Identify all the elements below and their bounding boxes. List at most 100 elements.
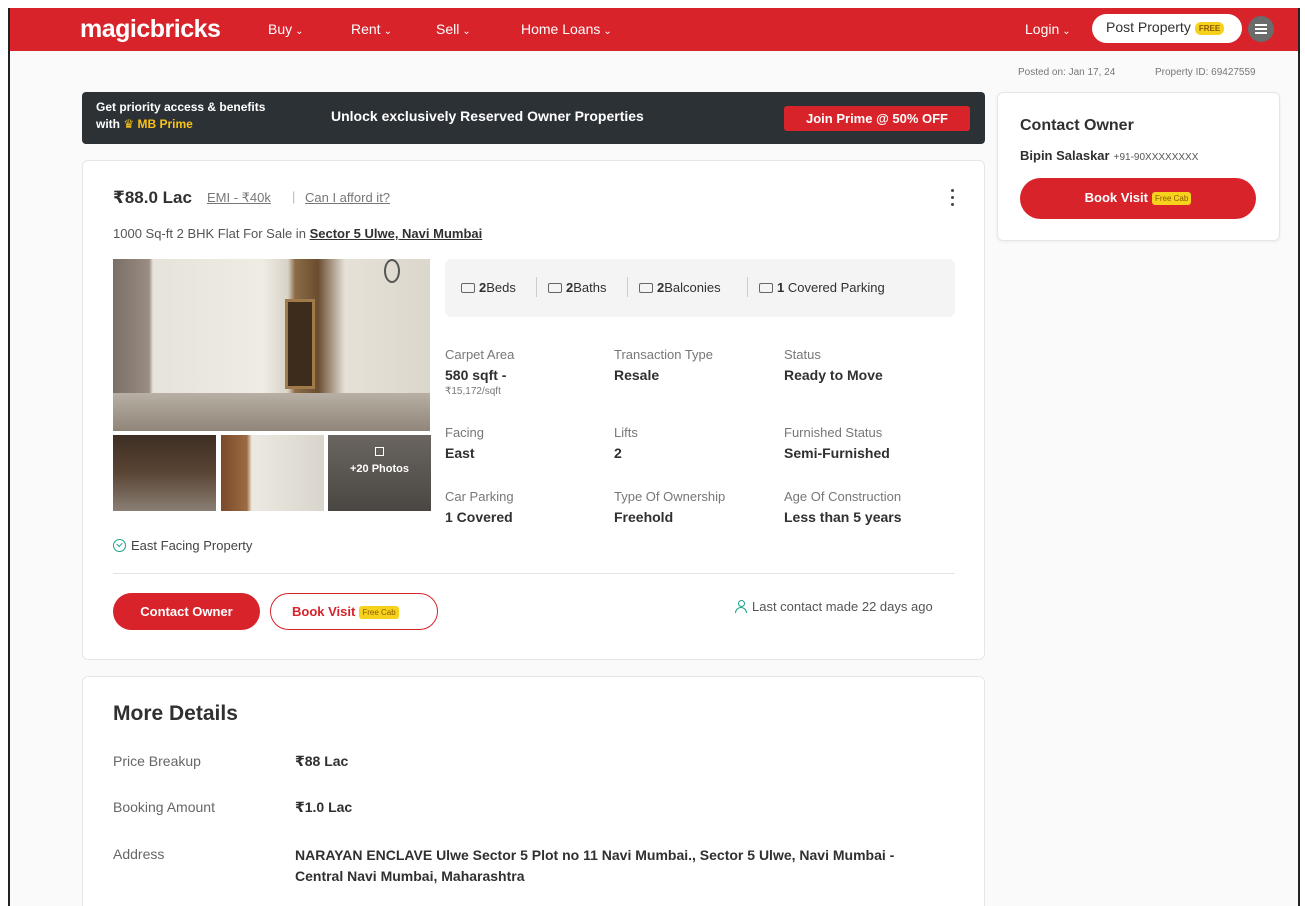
bed-icon	[461, 283, 475, 293]
last-contact-text: Last contact made 22 days ago	[752, 599, 933, 614]
thumbnail-photo-1[interactable]	[113, 435, 216, 511]
chevron-down-icon: ⌄	[462, 26, 471, 37]
emi-link[interactable]: EMI - ₹40k	[207, 190, 271, 206]
prime-banner: Get priority access & benefits with ♛ MB…	[82, 92, 985, 144]
fact-value: Resale	[614, 367, 660, 383]
beds-label: Beds	[486, 280, 516, 295]
book-visit-button[interactable]: Book Visit Free Cab	[270, 593, 438, 630]
check-circle-icon	[113, 539, 126, 552]
gallery-icon	[375, 447, 384, 456]
more-details-section: More Details Price Breakup ₹88 Lac Booki…	[82, 676, 985, 906]
nav-buy[interactable]: Buy ⌄	[268, 21, 304, 37]
subtitle-text: 1000 Sq-ft 2 BHK Flat For Sale in	[113, 226, 306, 241]
amenities-bar: 2Beds 2Baths 2Balconies 1 Covered Parkin…	[445, 259, 955, 317]
detail-label: Address	[113, 846, 165, 862]
chevron-down-icon: ⌄	[1062, 26, 1071, 37]
fact-label: Car Parking	[445, 489, 514, 504]
parking-icon	[759, 283, 773, 293]
property-card: ₹88.0 Lac EMI - ₹40k | Can I afford it? …	[82, 160, 985, 660]
fact-label: Status	[784, 347, 821, 362]
more-details-title: More Details	[113, 702, 238, 725]
afford-link[interactable]: Can I afford it?	[305, 190, 390, 205]
contact-owner-button[interactable]: Contact Owner	[113, 593, 260, 630]
amenity-parking: 1 Covered Parking	[759, 280, 885, 295]
fact-value: Semi-Furnished	[784, 445, 890, 461]
nav-sell-label: Sell	[436, 21, 460, 37]
last-contact-info: Last contact made 22 days ago	[735, 599, 933, 614]
photo-clock-shape	[384, 259, 400, 283]
locality-link[interactable]: Sector 5 Ulwe, Navi Mumbai	[310, 226, 483, 241]
prime-tagline: Get priority access & benefits	[96, 100, 266, 114]
magicbricks-logo[interactable]: magicbricks	[80, 15, 221, 44]
photo-floor-shade	[113, 393, 430, 431]
sidebar-book-visit-button[interactable]: Book Visit Free Cab	[1020, 178, 1256, 219]
book-visit-label: Book Visit	[292, 604, 356, 619]
parking-label: Covered Parking	[787, 280, 885, 295]
property-subtitle: 1000 Sq-ft 2 BHK Flat For Sale in Sector…	[113, 226, 482, 241]
top-nav-bar: magicbricks Buy ⌄ Rent ⌄ Sell ⌄ Home Loans ⌄…	[10, 8, 1298, 51]
amenity-balconies: 2Balconies	[639, 280, 721, 295]
detail-label: Price Breakup	[113, 753, 201, 769]
detail-value: ₹88 Lac	[295, 753, 349, 769]
fact-label: Type Of Ownership	[614, 489, 726, 504]
sidebar-book-visit-label: Book Visit	[1084, 190, 1148, 205]
chevron-down-icon: ⌄	[383, 26, 392, 37]
baths-label: Baths	[573, 280, 607, 295]
bath-icon	[548, 283, 562, 293]
divider	[747, 277, 748, 297]
more-photos-thumbnail[interactable]: +20 Photos	[328, 435, 431, 511]
detail-label: Booking Amount	[113, 799, 215, 815]
fact-value: Freehold	[614, 509, 674, 525]
free-cab-badge: Free Cab	[359, 606, 399, 619]
chevron-down-icon: ⌄	[603, 26, 612, 37]
login-label: Login	[1025, 21, 1060, 37]
posted-date: Posted on: Jan 17, 24	[1018, 67, 1116, 78]
crown-icon: ♛	[123, 117, 135, 131]
free-badge: FREE	[1194, 21, 1225, 35]
parking-count: 1	[777, 280, 785, 295]
thumbnail-photo-2[interactable]	[221, 435, 324, 511]
balcony-icon	[639, 283, 653, 293]
nav-sell[interactable]: Sell ⌄	[436, 21, 471, 37]
free-cab-badge: Free Cab	[1151, 192, 1192, 205]
property-id: Property ID: 69427559	[1155, 67, 1256, 78]
contact-owner-panel: Contact Owner Bipin Salaskar +91-90XXXXXX…	[997, 92, 1280, 241]
photo-count: +20 Photos	[350, 463, 409, 475]
facing-highlight: East Facing Property	[113, 538, 252, 553]
divider	[113, 573, 955, 574]
photo-door-shape	[285, 299, 315, 389]
post-property-label: Post Property	[1106, 19, 1191, 35]
person-icon	[735, 600, 747, 613]
more-options-icon[interactable]	[947, 187, 959, 209]
fact-label: Transaction Type	[614, 347, 713, 362]
divider	[627, 277, 628, 297]
nav-buy-label: Buy	[268, 21, 293, 37]
fact-value: Ready to Move	[784, 367, 883, 383]
contact-owner-title: Contact Owner	[1020, 117, 1134, 134]
owner-name: Bipin Salaskar	[1020, 148, 1110, 163]
separator: |	[292, 189, 296, 204]
price-per-sqft: ₹15,172/sqft	[445, 386, 501, 397]
property-price: ₹88.0 Lac	[113, 188, 192, 207]
fact-label: Age Of Construction	[784, 489, 902, 504]
fact-value: 580 sqft -	[445, 367, 507, 383]
owner-info: Bipin Salaskar +91-90XXXXXXXX	[1020, 148, 1198, 163]
nav-home-loans[interactable]: Home Loans ⌄	[521, 21, 612, 37]
balconies-label: Balconies	[664, 280, 721, 295]
amenity-baths: 2Baths	[548, 280, 606, 295]
fact-value: East	[445, 445, 475, 461]
hamburger-menu-icon[interactable]	[1248, 16, 1274, 42]
post-property-button[interactable]: Post Property FREE	[1092, 14, 1242, 43]
prime-tagline-brand: with ♛ MB Prime	[96, 117, 193, 131]
main-photo[interactable]	[113, 259, 430, 431]
nav-rent[interactable]: Rent ⌄	[351, 21, 392, 37]
page-frame: magicbricks Buy ⌄ Rent ⌄ Sell ⌄ Home Loans ⌄…	[8, 8, 1300, 906]
join-prime-button[interactable]: Join Prime @ 50% OFF	[784, 106, 970, 131]
fact-label: Carpet Area	[445, 347, 515, 362]
detail-value: NARAYAN ENCLAVE Ulwe Sector 5 Plot no 11…	[295, 847, 895, 884]
mb-prime-label: MB Prime	[137, 117, 193, 131]
facing-highlight-text: East Facing Property	[131, 538, 253, 553]
nav-home-loans-label: Home Loans	[521, 21, 601, 37]
login-menu[interactable]: Login ⌄	[1025, 21, 1071, 37]
nav-rent-label: Rent	[351, 21, 381, 37]
